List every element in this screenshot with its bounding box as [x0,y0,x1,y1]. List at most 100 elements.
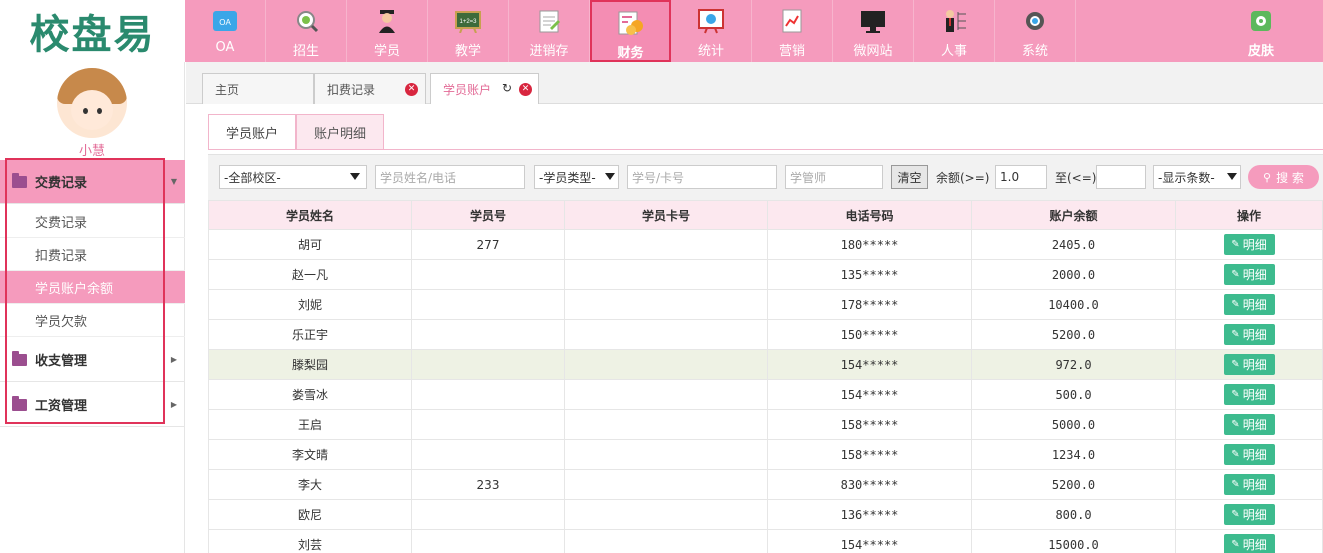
detail-button[interactable]: ✎ 明细 [1223,444,1275,465]
hr-icon [940,8,968,34]
nav-label-skin: 皮肤 [1247,44,1274,59]
cell-phone: 154***** [768,530,972,553]
detail-button-label: 明细 [1242,478,1267,492]
edit-icon: ✎ [1231,449,1240,460]
subtab-account-detail[interactable]: 账户明细 [296,114,385,150]
chevron-right-icon: ▶ [170,400,177,409]
cell-no [412,410,565,439]
refresh-icon[interactable]: ↻ [502,81,512,95]
clear-button[interactable]: 清空 [891,165,928,189]
header-student-no[interactable]: 学员号 [412,201,565,229]
detail-button[interactable]: ✎ 明细 [1223,534,1275,553]
cell-balance: 1234.0 [972,440,1176,469]
detail-button[interactable]: ✎ 明细 [1223,234,1275,255]
nav-item-system[interactable]: 系统 [995,0,1076,62]
detail-button[interactable]: ✎ 明细 [1223,414,1275,435]
cell-name: 刘妮 [208,290,412,319]
cell-card [565,230,768,259]
nav-label-inventory: 进销存 [529,44,569,59]
cell-actions: ✎ 明细 [1176,410,1323,439]
search-button[interactable]: ⚲ 搜 索 [1248,165,1319,189]
cell-name: 李文晴 [208,440,412,469]
detail-button[interactable]: ✎ 明细 [1223,324,1275,345]
cell-phone: 158***** [768,410,972,439]
chevron-down-icon: ▼ [170,177,177,186]
table-row[interactable]: 乐正宇 150***** 5200.0 ✎ 明细 [208,320,1323,350]
table-row[interactable]: 刘妮 178***** 10400.0 ✎ 明细 [208,290,1323,320]
cell-phone: 158***** [768,440,972,469]
table-row[interactable]: 李大 233 830***** 5200.0 ✎ 明细 [208,470,1323,500]
cell-no [412,500,565,529]
microsite-icon [859,8,887,34]
cell-no [412,530,565,553]
table-row[interactable]: 胡可 277 180***** 2405.0 ✎ 明细 [208,230,1323,260]
detail-button[interactable]: ✎ 明细 [1223,504,1275,525]
edit-icon: ✎ [1231,389,1240,400]
cell-actions: ✎ 明细 [1176,320,1323,349]
balance-le-input[interactable] [1096,165,1146,189]
header-actions: 操作 [1176,201,1323,229]
cell-no [412,380,565,409]
table-row[interactable]: 娄雪冰 154***** 500.0 ✎ 明细 [208,380,1323,410]
cell-no [412,260,565,289]
detail-button[interactable]: ✎ 明细 [1223,264,1275,285]
svg-text:OA: OA [219,18,231,27]
cell-no [412,440,565,469]
subtabs: 学员账户 账户明细 [208,114,385,150]
balance-ge-input[interactable]: 1.0 [995,165,1047,189]
subtab-student-account[interactable]: 学员账户 [208,114,297,150]
cell-phone: 135***** [768,260,972,289]
nav-item-teaching[interactable]: 1+2=3 教学 [428,0,509,62]
cell-balance: 800.0 [972,500,1176,529]
table-row[interactable]: 赵一凡 135***** 2000.0 ✎ 明细 [208,260,1323,290]
nav-item-hr[interactable]: 人事 [914,0,995,62]
header-card-no[interactable]: 学员卡号 [565,201,768,229]
cell-card [565,350,768,379]
table-row[interactable]: 王启 158***** 5000.0 ✎ 明细 [208,410,1323,440]
nav-item-marketing[interactable]: 营销 [752,0,833,62]
campus-select[interactable]: -全部校区- [219,165,367,189]
table-row[interactable]: 滕梨园 154***** 972.0 ✎ 明细 [208,350,1323,380]
detail-button[interactable]: ✎ 明细 [1223,474,1275,495]
nav-item-student[interactable]: 学员 [347,0,428,62]
close-icon[interactable]: ✕ [405,83,418,96]
table-row[interactable]: 李文晴 158***** 1234.0 ✎ 明细 [208,440,1323,470]
detail-button[interactable]: ✎ 明细 [1223,354,1275,375]
student-type-select[interactable]: -学员类型- [534,165,619,189]
avatar[interactable] [57,68,127,138]
table-row[interactable]: 刘芸 154***** 15000.0 ✎ 明细 [208,530,1323,553]
cell-balance: 10400.0 [972,290,1176,319]
cell-no [412,290,565,319]
nav-item-oa[interactable]: OA OA [185,0,266,62]
table-row[interactable]: 欧尼 136***** 800.0 ✎ 明细 [208,500,1323,530]
tab-home[interactable]: 主页 [202,73,314,104]
nav-item-recruit[interactable]: 招生 [266,0,347,62]
name-phone-input[interactable]: 学员姓名/电话 [375,165,525,189]
nav-item-finance[interactable]: 财务 [590,0,671,62]
cell-name: 王启 [208,410,412,439]
detail-button[interactable]: ✎ 明细 [1223,294,1275,315]
nav-item-skin[interactable]: 皮肤 [1223,0,1299,62]
detail-button[interactable]: ✎ 明细 [1223,384,1275,405]
detail-button-label: 明细 [1242,448,1267,462]
cell-balance: 500.0 [972,380,1176,409]
cell-card [565,410,768,439]
sidebar: 小慧 交费记录 ▼ 交费记录 扣费记录 学员账户余额 学员欠款 收支管理 ▶ 工… [0,62,185,553]
cell-name: 赵一凡 [208,260,412,289]
tab-deduction-records[interactable]: 扣费记录 ✕ [314,73,426,104]
nav-item-inventory[interactable]: 进销存 [509,0,590,62]
header-phone[interactable]: 电话号码 [768,201,972,229]
manager-input[interactable]: 学管师 [785,165,883,189]
page-size-select[interactable]: -显示条数- [1153,165,1241,189]
header-student-name[interactable]: 学员姓名 [208,201,412,229]
cell-phone: 150***** [768,320,972,349]
header-balance[interactable]: 账户余额 [972,201,1176,229]
cell-actions: ✎ 明细 [1176,290,1323,319]
nav-item-statistics[interactable]: 统计 [671,0,752,62]
nav-item-microsite[interactable]: 微网站 [833,0,914,62]
tab-student-account[interactable]: 学员账户 ↻ ✕ [430,73,539,105]
close-icon[interactable]: ✕ [519,83,532,96]
cell-phone: 136***** [768,500,972,529]
detail-button-label: 明细 [1242,298,1267,312]
id-card-input[interactable]: 学号/卡号 [627,165,777,189]
